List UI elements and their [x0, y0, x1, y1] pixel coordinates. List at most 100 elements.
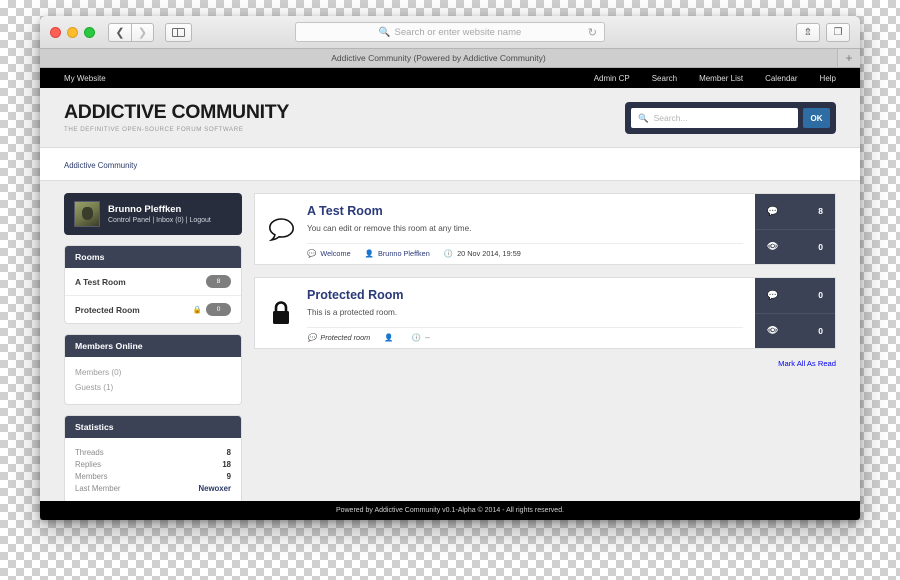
- stat-row-threads: Threads 8: [75, 446, 231, 458]
- browser-window: ❮ ❯ 🔍 Search or enter website name ↻ ⇯ ❐…: [40, 16, 860, 520]
- meta-author-label: Brunno Pleffken: [377, 249, 430, 258]
- nav-calendar[interactable]: Calendar: [765, 74, 797, 83]
- search-ok-button[interactable]: OK: [803, 108, 830, 128]
- clock-icon: 🕔: [443, 249, 454, 258]
- room-meta: 💬 Protected room 👤 🕔 ---: [307, 327, 743, 348]
- back-button[interactable]: ❮: [108, 22, 131, 42]
- browser-toolbar: ❮ ❯ 🔍 Search or enter website name ↻ ⇯ ❐: [40, 16, 860, 49]
- search-icon: 🔍: [638, 112, 649, 123]
- room-body: A Test Room You can edit or remove this …: [307, 194, 755, 264]
- guests-count-line: Guests (1): [75, 383, 114, 392]
- sidebar-toggle-button[interactable]: [165, 22, 192, 42]
- site-top-navigation: My Website Admin CP Search Member List C…: [40, 68, 860, 88]
- meta-category[interactable]: 💬 Welcome: [307, 249, 351, 258]
- user-panel: Brunno Pleffken Control Panel | Inbox (0…: [64, 193, 242, 235]
- speech-bubble-icon: [255, 194, 307, 264]
- sidebar-room-label: Protected Room: [75, 304, 140, 315]
- nav-help[interactable]: Help: [820, 74, 836, 83]
- minimize-window-button[interactable]: [67, 26, 78, 38]
- stat-row-last-member: Last Member Newoxer: [75, 482, 231, 494]
- user-links[interactable]: Control Panel | Inbox (0) | Logout: [108, 217, 211, 224]
- lock-icon: 🔒: [192, 305, 202, 314]
- new-tab-button[interactable]: +: [838, 49, 860, 67]
- room-views-stat: 👁 0: [755, 228, 835, 264]
- stat-value: 18: [222, 459, 231, 469]
- sidebar-room-label: A Test Room: [75, 276, 126, 287]
- meta-author: 👤: [384, 333, 397, 342]
- avatar[interactable]: [74, 201, 100, 227]
- comment-icon: 💬: [307, 249, 317, 258]
- room-replies-value: 8: [818, 206, 823, 217]
- statistics-title: Statistics: [65, 416, 241, 438]
- reload-icon[interactable]: ↻: [588, 26, 597, 39]
- room-stats: 💬 8 👁 0: [755, 194, 835, 264]
- breadcrumb-item-root[interactable]: Addictive Community: [64, 161, 137, 170]
- meta-time: 🕔 20 Nov 2014, 19:59: [444, 249, 521, 258]
- nav-member-list[interactable]: Member List: [699, 74, 743, 83]
- room-title-link[interactable]: Protected Room: [307, 288, 743, 303]
- stat-label: Last Member: [75, 483, 121, 493]
- rooms-panel: Rooms A Test Room 8 Protected Room 🔒 0: [64, 245, 242, 324]
- stat-value: 8: [226, 447, 231, 457]
- room-stats: 💬 0 👁 0: [755, 278, 835, 348]
- sidebar-room-badge: 8: [206, 275, 231, 288]
- meta-author[interactable]: 👤 Brunno Pleffken: [365, 249, 430, 258]
- close-window-button[interactable]: [50, 26, 61, 38]
- search-icon: 🔍: [378, 26, 391, 38]
- meta-category-label: Welcome: [320, 249, 351, 258]
- comments-icon: 💬: [767, 205, 779, 216]
- top-nav-links: Admin CP Search Member List Calendar Hel…: [594, 74, 836, 83]
- nav-search[interactable]: Search: [652, 74, 677, 83]
- show-tabs-button[interactable]: ❐: [826, 22, 850, 42]
- tab-strip: Addictive Community (Powered by Addictiv…: [40, 49, 860, 68]
- nav-my-website[interactable]: My Website: [64, 74, 106, 83]
- user-info: Brunno Pleffken Control Panel | Inbox (0…: [108, 204, 211, 224]
- main-content: A Test Room You can edit or remove this …: [254, 193, 836, 501]
- eye-icon: 👁: [767, 325, 779, 336]
- sidebar-room-meta: 🔒 0: [193, 303, 231, 316]
- lock-icon: [255, 278, 307, 348]
- sidebar: Brunno Pleffken Control Panel | Inbox (0…: [64, 193, 242, 501]
- header-search-box: 🔍 Search... OK: [625, 102, 836, 134]
- share-icon: ⇯: [803, 26, 813, 38]
- meta-category: 💬 Protected room: [307, 333, 370, 342]
- window-controls: [50, 26, 95, 38]
- members-online-panel: Members Online Members (0) Guests (1): [64, 334, 242, 405]
- show-tabs-icon: ❐: [833, 26, 843, 38]
- stat-label: Threads: [75, 447, 104, 457]
- breadcrumb: Addictive Community: [40, 148, 860, 181]
- sidebar-room-a-test-room[interactable]: A Test Room 8: [65, 268, 241, 296]
- comment-icon: 💬: [307, 333, 317, 342]
- last-member-link[interactable]: Newoxer: [198, 484, 231, 493]
- stat-label: Members: [75, 471, 108, 481]
- nav-admin-cp[interactable]: Admin CP: [594, 74, 630, 83]
- statistics-panel: Statistics Threads 8 Replies 18 Members: [64, 415, 242, 501]
- clock-icon: 🕔: [411, 333, 421, 342]
- members-online-title: Members Online: [65, 335, 241, 357]
- forward-button[interactable]: ❯: [131, 22, 154, 42]
- eye-icon: 👁: [767, 241, 779, 252]
- logo-title: ADDICTIVE COMMUNITY: [64, 101, 290, 124]
- comments-icon: 💬: [767, 289, 779, 300]
- body-area: Brunno Pleffken Control Panel | Inbox (0…: [40, 181, 860, 501]
- sidebar-room-protected-room[interactable]: Protected Room 🔒 0: [65, 296, 241, 323]
- room-meta: 💬 Welcome 👤 Brunno Pleffken 🕔 20 Nov 201…: [307, 243, 743, 264]
- tab-addictive-community[interactable]: Addictive Community (Powered by Addictiv…: [40, 49, 838, 67]
- address-placeholder-group: 🔍 Search or enter website name: [379, 27, 522, 38]
- room-title-link[interactable]: A Test Room: [307, 204, 743, 219]
- share-button[interactable]: ⇯: [796, 22, 820, 42]
- search-input[interactable]: 🔍 Search...: [631, 108, 798, 128]
- mark-all-as-read-link[interactable]: Mark All As Read: [778, 359, 836, 368]
- sidebar-room-badge: 0: [206, 303, 231, 316]
- rooms-panel-title: Rooms: [65, 246, 241, 268]
- page-content: My Website Admin CP Search Member List C…: [40, 68, 860, 520]
- stat-row-members: Members 9: [75, 470, 231, 482]
- members-count-line: Members (0): [75, 368, 122, 377]
- site-logo[interactable]: ADDICTIVE COMMUNITY THE DEFINITIVE OPEN-…: [64, 103, 289, 133]
- address-bar[interactable]: 🔍 Search or enter website name ↻: [295, 22, 605, 42]
- zoom-window-button[interactable]: [84, 26, 95, 38]
- room-replies-stat: 💬 0: [755, 278, 835, 313]
- sidebar-toggle-icon: [172, 27, 185, 37]
- members-online-body: Members (0) Guests (1): [65, 357, 241, 404]
- logo-subtitle: THE DEFINITIVE OPEN-SOURCE FORUM SOFTWAR…: [64, 125, 244, 133]
